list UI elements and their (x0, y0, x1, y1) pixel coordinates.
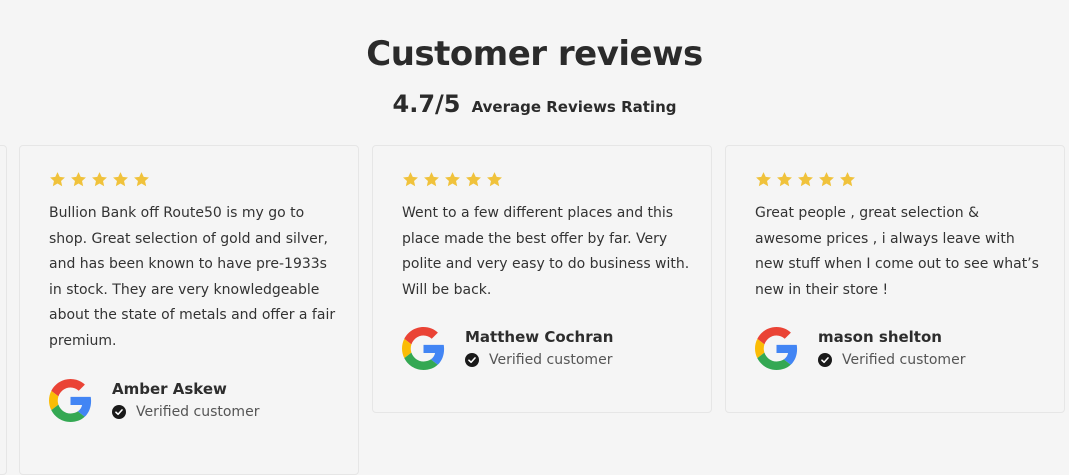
verified-label: Verified customer (842, 352, 966, 368)
star-icon (71, 172, 86, 187)
verified-label: Verified customer (136, 404, 260, 420)
star-rating (49, 171, 150, 188)
star-rating (402, 171, 503, 188)
author-name: Matthew Cochran (465, 328, 614, 346)
review-author: mason shelton Verified customer (755, 327, 965, 370)
check-circle-icon (818, 353, 832, 367)
star-icon (466, 172, 481, 187)
rating-value: 4.7/5 (392, 90, 461, 118)
star-icon (424, 172, 439, 187)
review-author: Amber Askew Verified customer (49, 379, 259, 422)
review-card-partial (0, 145, 7, 475)
verified-badge: Verified customer (818, 352, 965, 368)
star-icon (134, 172, 149, 187)
review-card: Bullion Bank off Route50 is my go to sho… (19, 145, 359, 475)
star-icon (445, 172, 460, 187)
review-text: Bullion Bank off Route50 is my go to sho… (49, 205, 336, 349)
review-author: Matthew Cochran Verified customer (402, 327, 613, 370)
star-icon (50, 172, 65, 187)
google-icon (49, 379, 92, 422)
review-card: Great people , great selection & awesome… (725, 145, 1065, 413)
check-circle-icon (112, 405, 126, 419)
star-icon (819, 172, 834, 187)
star-icon (487, 172, 502, 187)
star-rating (755, 171, 856, 188)
star-icon (92, 172, 107, 187)
verified-badge: Verified customer (465, 352, 613, 368)
google-icon (755, 327, 798, 370)
check-circle-icon (465, 353, 479, 367)
star-icon (756, 172, 771, 187)
review-text: Great people , great selection & awesome… (755, 205, 1039, 298)
verified-label: Verified customer (489, 352, 613, 368)
author-name: mason shelton (818, 328, 942, 346)
star-icon (403, 172, 418, 187)
star-icon (777, 172, 792, 187)
star-icon (798, 172, 813, 187)
page-title: Customer reviews (366, 34, 703, 74)
rating-label: Average Reviews Rating (471, 98, 677, 116)
review-text: Went to a few different places and this … (402, 205, 690, 298)
review-card: Went to a few different places and this … (372, 145, 712, 413)
author-name: Amber Askew (112, 380, 227, 398)
verified-badge: Verified customer (112, 404, 259, 420)
google-icon (402, 327, 445, 370)
average-rating: 4.7/5 Average Reviews Rating (0, 90, 1069, 118)
star-icon (840, 172, 855, 187)
star-icon (113, 172, 128, 187)
